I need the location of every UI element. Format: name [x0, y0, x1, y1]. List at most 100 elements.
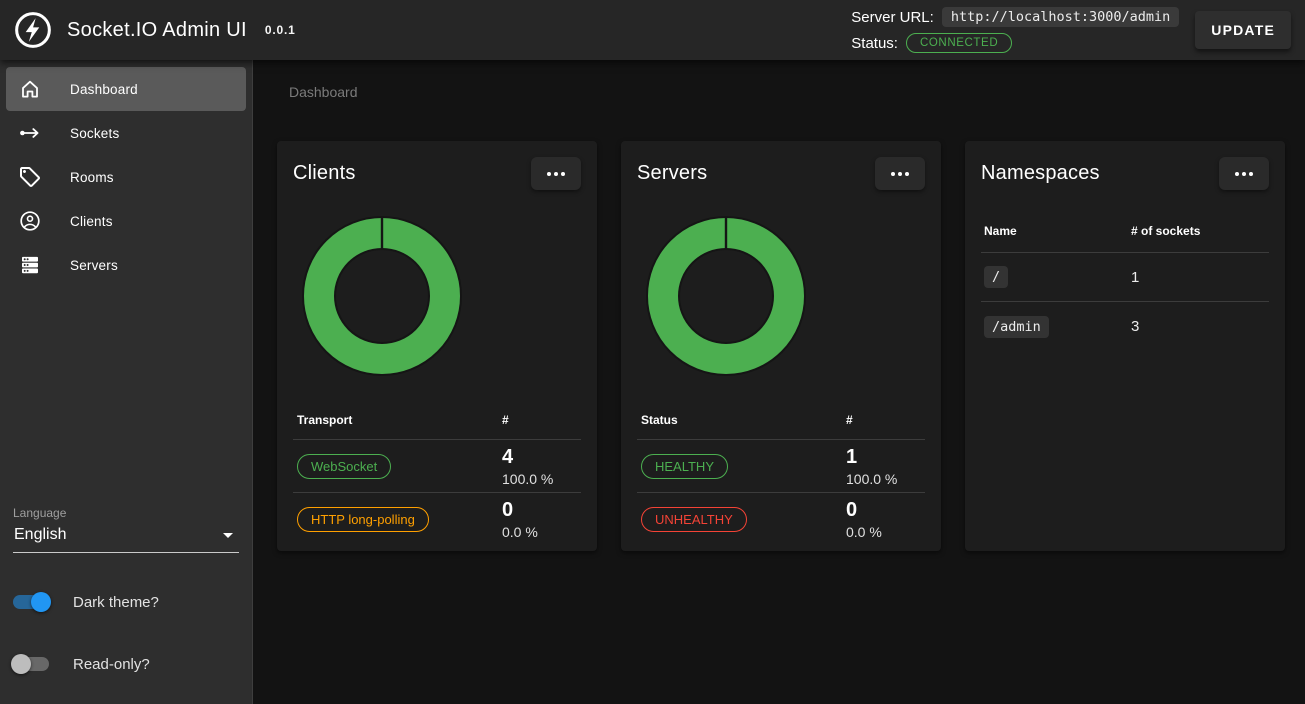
body: Dashboard Sockets [0, 60, 1305, 704]
namespaces-table-header: Name # of sockets [981, 209, 1269, 253]
sidebar-item-dashboard[interactable]: Dashboard [6, 67, 246, 111]
dark-theme-toggle[interactable] [13, 592, 49, 612]
language-value: English [14, 526, 66, 544]
connection-info: Server URL: http://localhost:3000/admin … [851, 6, 1179, 55]
table-row: UNHEALTHY 0 0.0 % [637, 493, 925, 546]
app-version: 0.0.1 [265, 23, 296, 37]
sidebar-item-label: Clients [70, 214, 113, 229]
row-percent: 0.0 % [846, 523, 925, 541]
websocket-badge: WebSocket [297, 454, 391, 479]
read-only-label: Read-only? [73, 656, 150, 673]
sidebar-item-servers[interactable]: Servers [6, 243, 246, 287]
read-only-toggle-row: Read-only? [13, 644, 239, 684]
status-badge: CONNECTED [906, 33, 1012, 53]
namespace-chip: /admin [984, 316, 1049, 338]
breadcrumb: Dashboard [289, 80, 1305, 104]
table-row: HEALTHY 1 100.0 % [637, 440, 925, 493]
namespace-socket-count: 1 [1131, 269, 1269, 286]
home-icon [18, 77, 42, 101]
col-header-name: Name [981, 224, 1131, 238]
language-select[interactable]: English [13, 524, 239, 553]
clients-table: Transport # WebSocket 4 100.0 % [293, 401, 581, 546]
servers-card-menu-button[interactable] [875, 157, 925, 190]
app-window: Socket.IO Admin UI 0.0.1 Server URL: htt… [0, 0, 1305, 704]
col-header-count: # [846, 413, 925, 427]
row-count: 0 [502, 498, 581, 522]
sidebar: Dashboard Sockets [0, 60, 253, 704]
server-url-row: Server URL: http://localhost:3000/admin [851, 6, 1179, 29]
brand: Socket.IO Admin UI 0.0.1 [14, 11, 296, 49]
clients-card-header: Clients [293, 157, 581, 190]
servers-table-header: Status # [637, 401, 925, 440]
chevron-down-icon [223, 533, 233, 538]
servers-card-title: Servers [637, 162, 707, 185]
namespace-socket-count: 3 [1131, 318, 1269, 335]
clients-table-header: Transport # [293, 401, 581, 440]
sidebar-item-label: Dashboard [70, 82, 138, 97]
app-header: Socket.IO Admin UI 0.0.1 Server URL: htt… [0, 0, 1305, 60]
clients-donut-chart [293, 216, 581, 376]
namespaces-table: Name # of sockets / 1 /admin [981, 209, 1269, 351]
table-row: HTTP long-polling 0 0.0 % [293, 493, 581, 546]
sidebar-item-label: Servers [70, 258, 118, 273]
clients-card-menu-button[interactable] [531, 157, 581, 190]
ellipsis-icon [1235, 172, 1239, 176]
status-label: Status: [851, 35, 898, 52]
table-row: WebSocket 4 100.0 % [293, 440, 581, 493]
server-url-label: Server URL: [851, 9, 934, 26]
server-url-value: http://localhost:3000/admin [942, 7, 1179, 27]
namespaces-card: Namespaces Name # of sockets [965, 141, 1285, 551]
tag-icon [18, 165, 42, 189]
namespaces-card-title: Namespaces [981, 162, 1100, 185]
servers-table: Status # HEALTHY 1 100.0 % [637, 401, 925, 546]
app-title: Socket.IO Admin UI [67, 19, 247, 42]
socketio-logo-icon [14, 11, 52, 49]
col-header-status: Status [637, 413, 846, 427]
sidebar-settings: Language English Dark theme? [13, 506, 239, 684]
unhealthy-badge: UNHEALTHY [641, 507, 747, 532]
col-header-count: # [502, 413, 581, 427]
read-only-toggle[interactable] [13, 654, 49, 674]
row-percent: 100.0 % [846, 470, 925, 488]
sidebar-nav: Dashboard Sockets [0, 60, 252, 287]
account-circle-icon [18, 209, 42, 233]
language-label: Language [13, 506, 239, 520]
servers-donut-chart [637, 216, 925, 376]
socket-arrow-icon [18, 121, 42, 145]
clients-card-title: Clients [293, 162, 356, 185]
http-long-polling-badge: HTTP long-polling [297, 507, 429, 532]
status-row: Status: CONNECTED [851, 32, 1179, 55]
servers-card-header: Servers [637, 157, 925, 190]
table-row: /admin 3 [981, 302, 1269, 351]
toggle-knob [11, 654, 31, 674]
healthy-badge: HEALTHY [641, 454, 728, 479]
header-right: Server URL: http://localhost:3000/admin … [851, 6, 1291, 55]
dark-theme-toggle-row: Dark theme? [13, 582, 239, 622]
dashboard-cards: Clients [277, 141, 1305, 551]
col-header-transport: Transport [293, 413, 502, 427]
row-count: 1 [846, 445, 925, 469]
sidebar-item-label: Sockets [70, 126, 119, 141]
sidebar-item-clients[interactable]: Clients [6, 199, 246, 243]
clients-card: Clients [277, 141, 597, 551]
col-header-sockets: # of sockets [1131, 224, 1269, 238]
dark-theme-label: Dark theme? [73, 594, 159, 611]
row-percent: 0.0 % [502, 523, 581, 541]
server-stack-icon [18, 253, 42, 277]
row-count: 0 [846, 498, 925, 522]
sidebar-item-label: Rooms [70, 170, 114, 185]
row-count: 4 [502, 445, 581, 469]
servers-card: Servers [621, 141, 941, 551]
row-percent: 100.0 % [502, 470, 581, 488]
ellipsis-icon [891, 172, 895, 176]
sidebar-item-sockets[interactable]: Sockets [6, 111, 246, 155]
namespaces-card-menu-button[interactable] [1219, 157, 1269, 190]
table-row: / 1 [981, 253, 1269, 302]
main-content: Dashboard Clients [253, 60, 1305, 704]
ellipsis-icon [547, 172, 551, 176]
sidebar-item-rooms[interactable]: Rooms [6, 155, 246, 199]
namespace-chip: / [984, 266, 1008, 288]
namespaces-card-header: Namespaces [981, 157, 1269, 190]
update-button[interactable]: UPDATE [1195, 11, 1291, 49]
toggle-knob [31, 592, 51, 612]
